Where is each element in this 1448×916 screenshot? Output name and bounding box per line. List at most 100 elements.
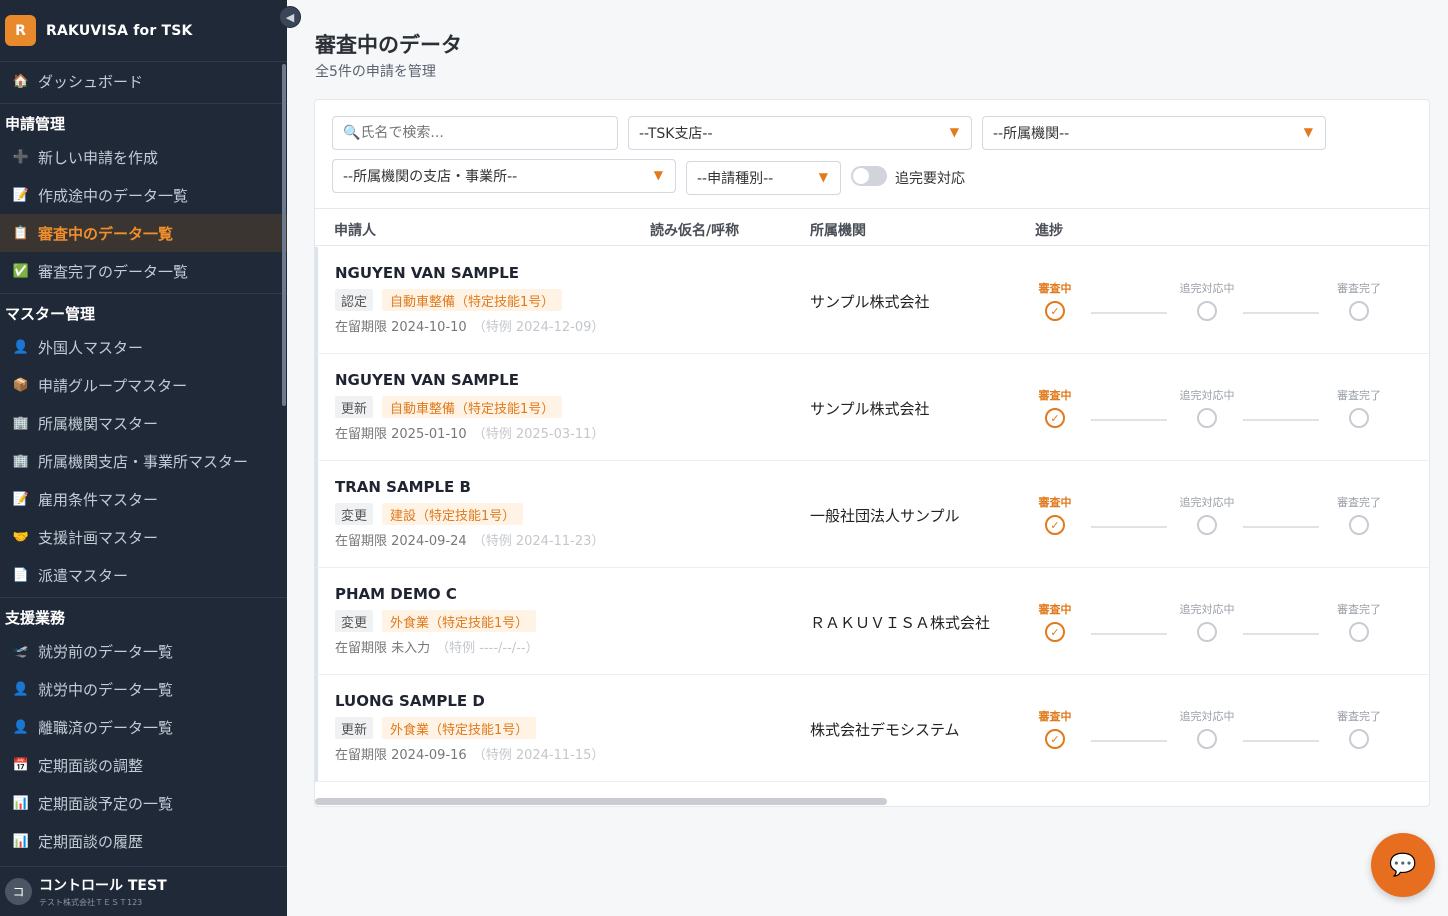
applicant-name[interactable]: PHAM DEMO C [335,585,457,603]
chevron-down-icon: ▼ [818,170,828,184]
home-icon: 🏠 [12,73,30,89]
supplement-toggle[interactable] [851,166,887,186]
th-progress[interactable]: 進捗 [1035,220,1063,240]
applicant-name[interactable]: TRAN SAMPLE B [335,478,471,496]
sidebar-item[interactable]: 🏢 所属機関マスター [0,404,287,442]
sidebar-item-label: 作成途中のデータ一覧 [38,186,189,205]
sidebar-item[interactable]: 👤 外国人マスター [0,328,287,366]
chat-icon: 💬 [1389,852,1417,878]
tokurei-text: （特例 2025-03-11） [472,427,605,442]
package-icon: 📦 [12,377,30,393]
progress-step-label: 追完対応中 [1179,710,1235,723]
brand-name: RAKUVISA for TSK [46,22,193,39]
branch-select[interactable]: --TSK支店-- ▼ [628,116,972,150]
visa-category-badge: 自動車整備（特定技能1号） [382,396,563,418]
user-profile[interactable]: コ コントロール TEST テスト株式会社ＴＥＳＴ123 [0,866,287,916]
sidebar-item[interactable]: 🏢 所属機関支店・事業所マスター [0,442,287,480]
sidebar-scrollbar[interactable] [282,64,286,406]
check-icon: ✅ [12,263,30,279]
org-select-value: --所属機関-- [993,126,1070,142]
sidebar-collapse-button[interactable]: ◀ [279,6,301,28]
table-row[interactable]: NGUYEN VAN SAMPLE 更新 自動車整備（特定技能1号） 在留期限 … [315,354,1429,461]
handshake-icon: 🤝 [12,529,30,545]
progress-step-label: 審査完了 [1337,603,1381,616]
sidebar-item-label: 定期面談予定の一覧 [38,794,174,813]
user-org: テスト株式会社ＴＥＳＴ123 [39,898,143,907]
chevron-down-icon: ▼ [653,168,663,182]
branch-select-value: --TSK支店-- [639,126,713,142]
document-icon: 📄 [12,567,30,583]
brand-logo: R [5,15,36,46]
sidebar-item[interactable]: 📊 定期面談の履歴 [0,822,287,860]
chevron-down-icon: ▼ [949,125,959,139]
supplement-toggle-label: 追完要対応 [895,171,965,187]
th-org[interactable]: 所属機関 [810,220,866,240]
organization-name: サンプル株式会社 [810,293,930,311]
horizontal-scrollbar[interactable] [315,798,1429,806]
th-applicant[interactable]: 申請人 [334,220,376,240]
organization-name: ＲＡＫＵＶＩＳＡ株式会社 [810,614,991,632]
progress-connector [1243,633,1319,635]
organization-name: サンプル株式会社 [810,400,930,418]
th-reading[interactable]: 読み仮名/呼称 [650,220,739,240]
application-type-badge: 変更 [335,503,374,525]
application-type-badge: 更新 [335,717,374,739]
plane-icon: 🛫 [12,643,30,659]
progress-step-circle-icon [1349,622,1369,642]
sidebar-item[interactable]: 🛫 就労前のデータ一覧 [0,632,287,670]
table-row[interactable]: PHAM DEMO C 変更 外食業（特定技能1号） 在留期限 未入力 （特例 -… [315,568,1429,675]
sidebar-item[interactable]: 👤 離職済のデータ一覧 [0,708,287,746]
memo-icon: 📝 [12,491,30,507]
visa-category-badge: 外食業（特定技能1号） [382,610,537,632]
progress-step-circle-icon [1349,729,1369,749]
application-type-badge: 変更 [335,610,374,632]
progress-step-circle-icon [1197,515,1217,535]
org-branch-select[interactable]: --所属機関の支店・事業所-- ▼ [332,159,676,193]
progress-step-label: 審査中 [1038,496,1072,509]
user-name: コントロール TEST [39,878,167,894]
app-type-select[interactable]: --申請種別-- ▼ [686,161,841,195]
person-icon: 👤 [12,719,30,735]
progress-step-check-icon: ✓ [1045,515,1065,535]
sidebar-item[interactable]: 📄 派遣マスター [0,556,287,594]
search-input[interactable] [360,125,591,141]
sidebar-item[interactable]: 👤 就労中のデータ一覧 [0,670,287,708]
sidebar-item-label: 就労前のデータ一覧 [38,642,174,661]
table-row[interactable]: LUONG SAMPLE D 更新 外食業（特定技能1号） 在留期限 2024-… [315,675,1429,782]
period-text: 在留期限 2024-10-10 [335,320,467,335]
sidebar: R RAKUVISA for TSK 🏠 ダッシュボード 申請管理 ➕ 新しい申請を… [0,0,287,916]
search-field[interactable]: 🔍 [332,116,618,150]
tokurei-text: （特例 2024-12-09） [472,320,605,335]
table-row[interactable]: TRAN SAMPLE B 変更 建設（特定技能1号） 在留期限 2024-09… [315,461,1429,568]
sidebar-item[interactable]: ➕ 新しい申請を作成 [0,138,287,176]
sidebar-item[interactable]: 📦 申請グループマスター [0,366,287,404]
applicant-name[interactable]: LUONG SAMPLE D [335,692,485,710]
applicant-name[interactable]: NGUYEN VAN SAMPLE [335,371,519,389]
chart-icon: 📊 [12,795,30,811]
progress-step-circle-icon [1349,515,1369,535]
progress-connector [1091,740,1167,742]
table-row[interactable]: NGUYEN VAN SAMPLE 認定 自動車整備（特定技能1号） 在留期限 … [315,247,1429,354]
progress-step-label: 審査中 [1038,603,1072,616]
sidebar-item[interactable]: 📊 定期面談予定の一覧 [0,784,287,822]
brand[interactable]: R RAKUVISA for TSK [0,0,287,62]
sidebar-item-dashboard[interactable]: 🏠 ダッシュボード [0,62,287,100]
sidebar-item[interactable]: 📅 定期面談の調整 [0,746,287,784]
progress-step-label: 審査中 [1038,389,1072,402]
sidebar-item-label: 外国人マスター [38,338,144,357]
sidebar-item[interactable]: 📋 審査中のデータ一覧 [0,214,287,252]
person-icon: 👤 [12,681,30,697]
chat-button[interactable]: 💬 [1371,833,1435,897]
app-type-select-value: --申請種別-- [697,171,774,187]
progress-connector [1243,312,1319,314]
progress-step-label: 審査完了 [1337,710,1381,723]
sidebar-item[interactable]: ✅ 審査完了のデータ一覧 [0,252,287,290]
org-select[interactable]: --所属機関-- ▼ [982,116,1326,150]
applicant-name[interactable]: NGUYEN VAN SAMPLE [335,264,519,282]
horizontal-scroll-thumb[interactable] [315,798,887,805]
sidebar-item[interactable]: 📝 作成途中のデータ一覧 [0,176,287,214]
residence-period: 在留期限 2024-10-10 （特例 2024-12-09） [335,316,604,335]
progress-connector [1243,526,1319,528]
sidebar-item[interactable]: 📝 雇用条件マスター [0,480,287,518]
sidebar-item[interactable]: 🤝 支援計画マスター [0,518,287,556]
